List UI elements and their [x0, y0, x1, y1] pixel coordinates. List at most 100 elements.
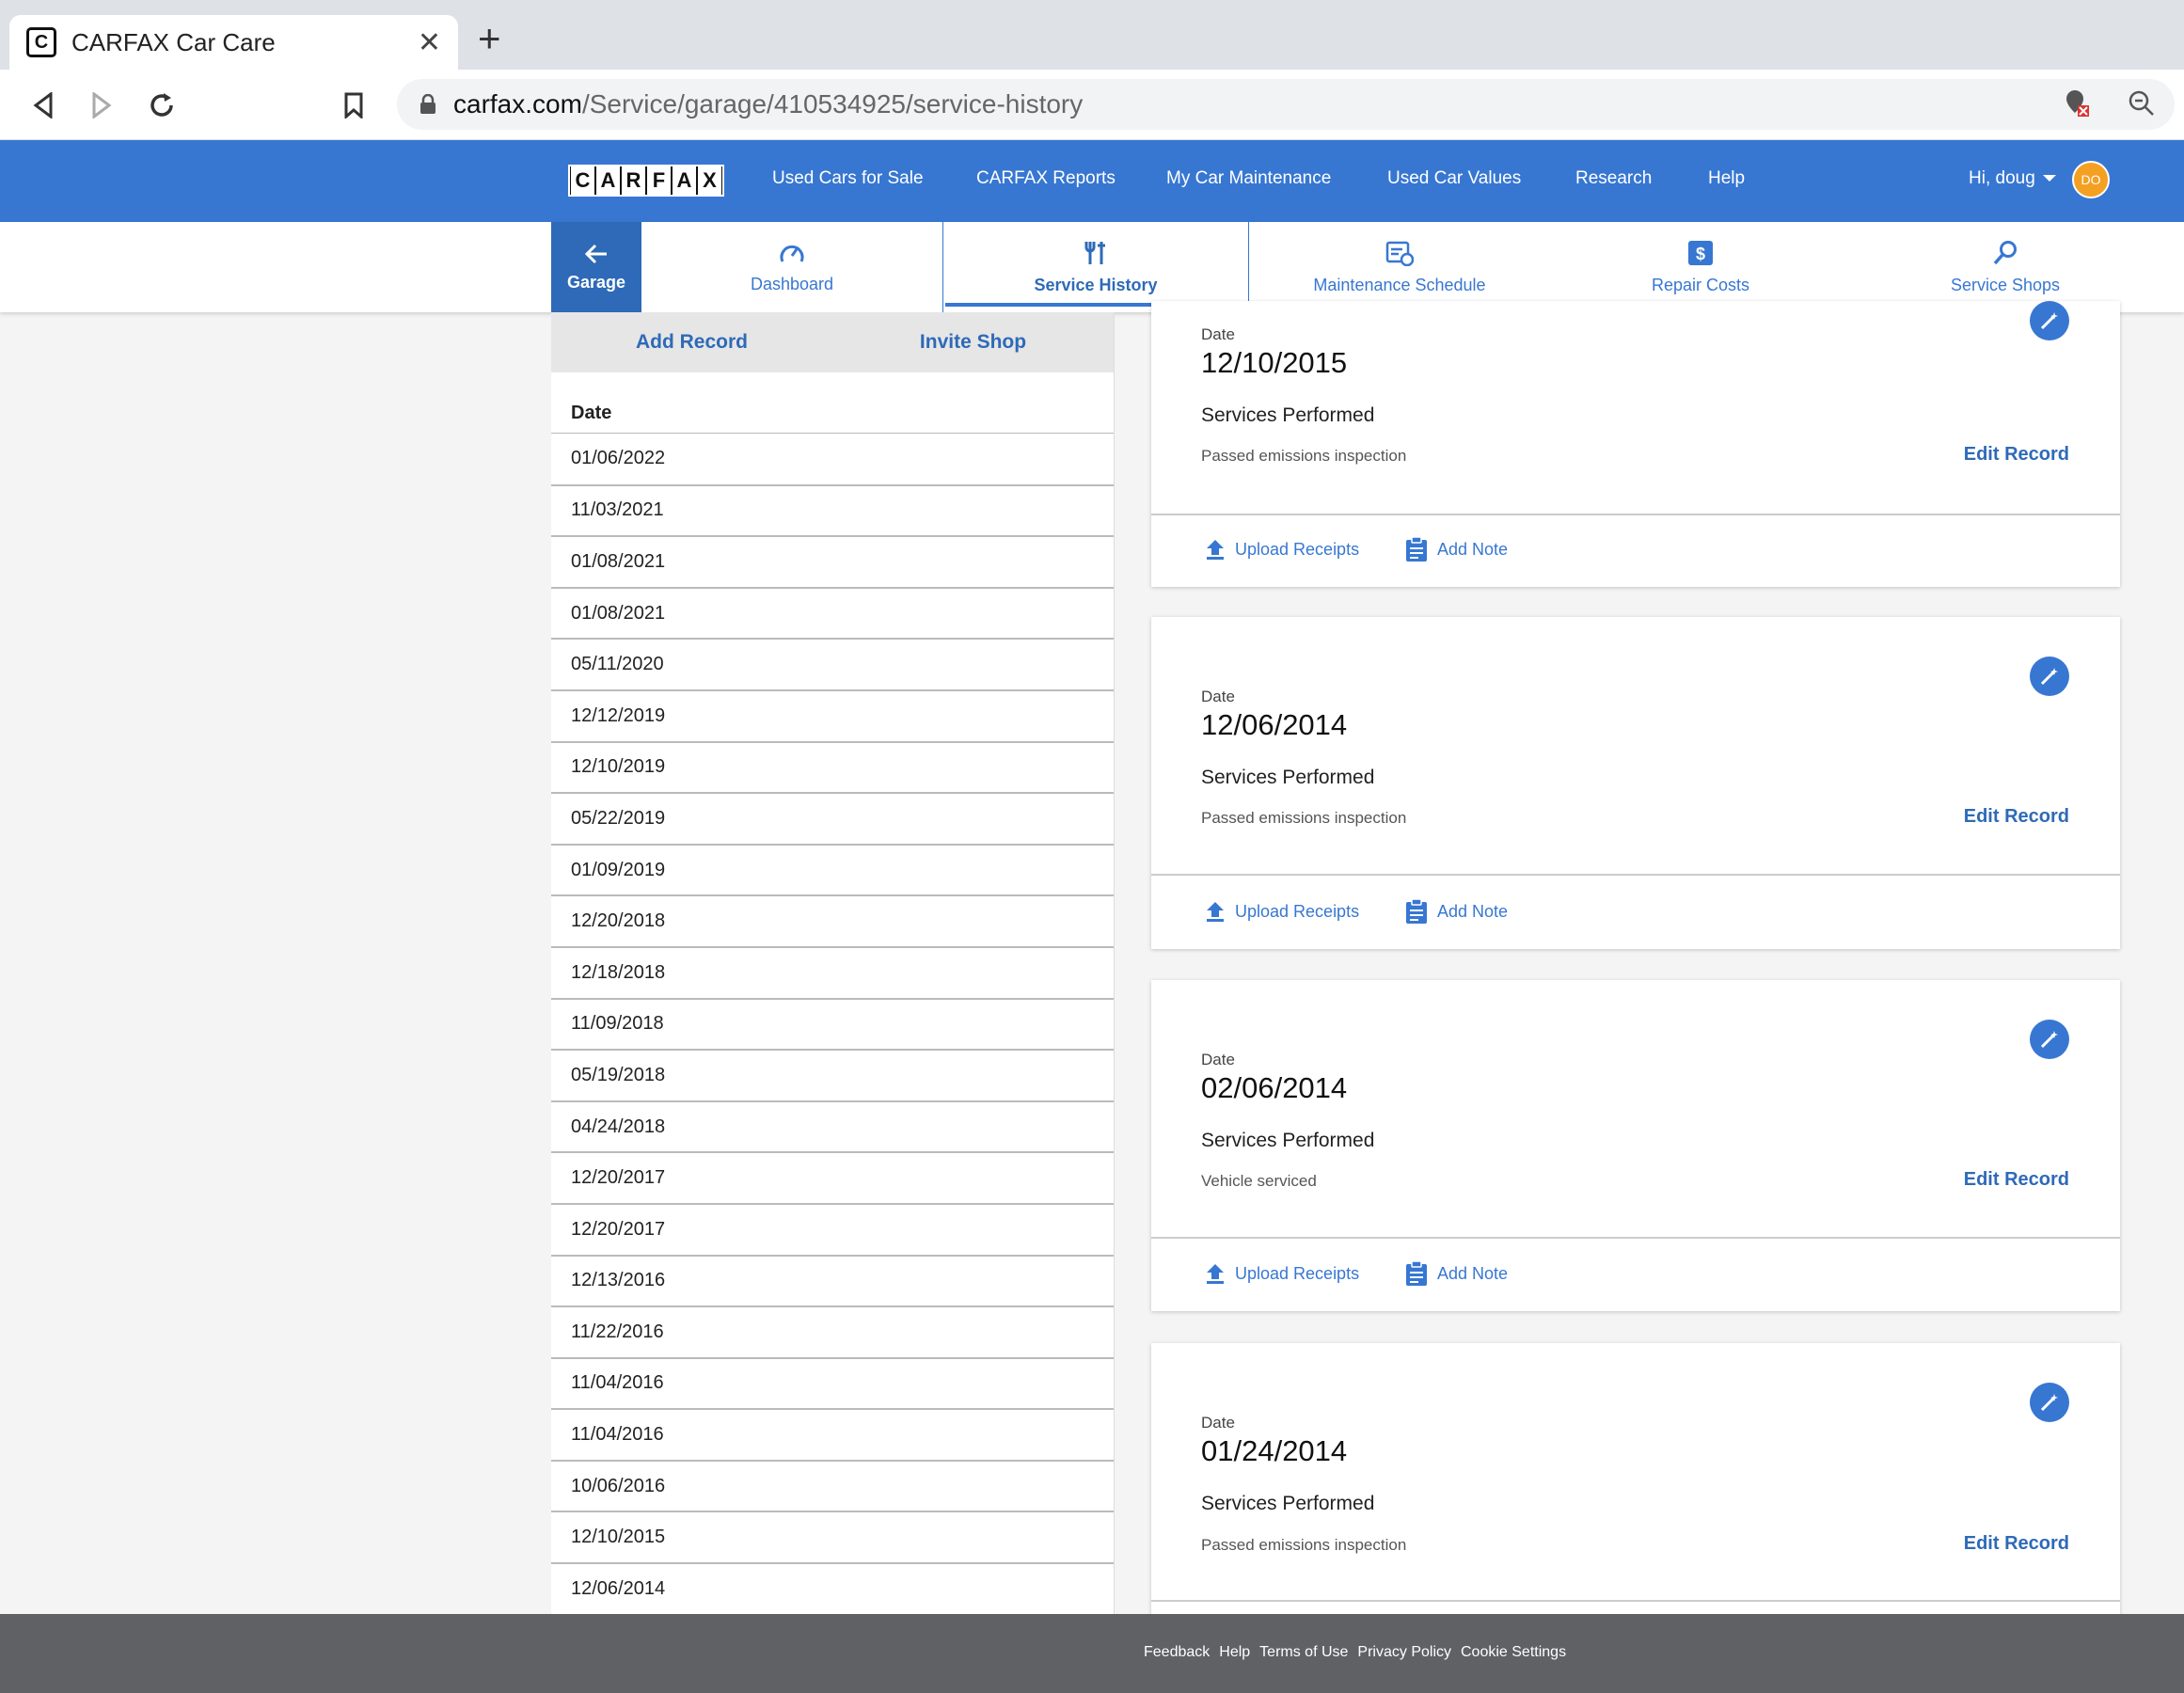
date-list-item[interactable]: 05/11/2020 — [551, 638, 1114, 690]
invite-shop-button[interactable]: Invite Shop — [832, 312, 1114, 372]
date-list: 01/06/2022 11/03/2021 01/08/2021 01/08/2021… — [551, 433, 1114, 1614]
date-list-item[interactable]: 11/04/2016 — [551, 1408, 1114, 1461]
tab-service-shops[interactable]: Service Shops — [1857, 222, 2154, 312]
date-list-item[interactable]: 12/12/2019 — [551, 688, 1114, 742]
upload-receipts-label: Upload Receipts — [1235, 1263, 1360, 1283]
carfax-logo[interactable]: CARFAX — [568, 165, 724, 197]
lock-icon — [420, 94, 435, 114]
date-list-item[interactable]: 12/10/2015 — [551, 1511, 1114, 1564]
date-list-item[interactable]: 01/08/2021 — [551, 586, 1114, 640]
upload-receipts-label: Upload Receipts — [1235, 539, 1360, 559]
service-description: Passed emissions inspection — [1201, 447, 1407, 465]
date-list-item[interactable]: 10/06/2016 — [551, 1459, 1114, 1512]
record-date: 12/06/2014 — [1201, 708, 1348, 741]
tab-repair-costs-label: Repair Costs — [1651, 275, 1750, 294]
card-divider — [1151, 1237, 2120, 1239]
date-list-item[interactable]: 05/19/2018 — [551, 1049, 1114, 1101]
service-description: Passed emissions inspection — [1201, 1536, 1407, 1554]
upload-icon — [1207, 1264, 1224, 1284]
tab-service-history-label: Service History — [1034, 275, 1158, 294]
date-list-item[interactable]: 05/22/2019 — [551, 792, 1114, 845]
service-record-card: Date 01/24/2014 Services Performed Passe… — [1151, 1343, 2120, 1614]
nav-carfax-reports[interactable]: CARFAX Reports — [976, 168, 1116, 189]
tools-icon — [1084, 241, 1105, 264]
date-list-item[interactable]: 12/13/2016 — [551, 1254, 1114, 1307]
date-list-item[interactable]: 12/20/2017 — [551, 1151, 1114, 1204]
date-list-item[interactable]: 12/20/2018 — [551, 894, 1114, 947]
upload-receipts-button[interactable]: Upload Receipts — [1205, 538, 1359, 561]
edit-record-link[interactable]: Edit Record — [1964, 1169, 2069, 1191]
date-list-item[interactable]: 12/18/2018 — [551, 945, 1114, 999]
bookmark-icon[interactable] — [335, 87, 372, 124]
edit-record-link[interactable]: Edit Record — [1964, 806, 2069, 828]
nav-used-cars[interactable]: Used Cars for Sale — [772, 168, 924, 189]
clipboard-icon — [1406, 536, 1427, 562]
upload-receipts-button[interactable]: Upload Receipts — [1205, 1262, 1359, 1285]
service-description: Passed emissions inspection — [1201, 809, 1407, 827]
upload-receipts-button[interactable]: Upload Receipts — [1205, 900, 1359, 923]
add-note-button[interactable]: Add Note — [1405, 898, 1508, 925]
date-list-item[interactable]: 11/22/2016 — [551, 1305, 1114, 1358]
browser-tab[interactable]: C CARFAX Car Care ✕ — [9, 15, 458, 70]
upload-receipts-label: Upload Receipts — [1235, 901, 1360, 921]
upload-icon — [1207, 902, 1224, 922]
add-note-button[interactable]: Add Note — [1405, 1260, 1508, 1287]
date-list-item[interactable]: 04/24/2018 — [551, 1100, 1114, 1153]
date-list-item[interactable]: 12/06/2014 — [551, 1562, 1114, 1614]
edit-record-link[interactable]: Edit Record — [1964, 444, 2069, 466]
new-tab-icon[interactable]: + — [478, 19, 501, 58]
nav-my-car-maintenance[interactable]: My Car Maintenance — [1166, 168, 1331, 189]
close-tab-icon[interactable]: ✕ — [418, 26, 441, 59]
service-record-card: Date 02/06/2014 Services Performed Vehic… — [1151, 980, 2120, 1311]
nav-used-car-values[interactable]: Used Car Values — [1387, 168, 1521, 189]
edit-wand-icon[interactable] — [2030, 1020, 2069, 1059]
garage-button[interactable]: Garage — [551, 222, 641, 312]
chevron-down-icon — [2042, 175, 2056, 182]
nav-help[interactable]: Help — [1708, 168, 1745, 189]
url-text: carfax.com/Service/garage/410534925/serv… — [453, 89, 1084, 119]
edit-wand-icon[interactable] — [2030, 301, 2069, 340]
footer-link-terms[interactable]: Terms of Use — [1259, 1644, 1348, 1661]
footer-link-privacy[interactable]: Privacy Policy — [1357, 1644, 1451, 1661]
zoom-out-icon[interactable] — [2128, 89, 2156, 118]
dollar-icon: $ — [1688, 240, 1713, 265]
services-performed-title: Services Performed — [1201, 767, 1375, 788]
back-icon[interactable] — [24, 87, 62, 124]
service-date-list-panel: Add Record Invite Shop Date 01/06/2022 11… — [551, 312, 1115, 1614]
garage-label: Garage — [566, 272, 626, 292]
tab-repair-costs[interactable]: $ Repair Costs — [1552, 222, 1849, 312]
card-divider — [1151, 1600, 2120, 1602]
location-blocked-icon[interactable] — [2064, 88, 2090, 119]
avatar[interactable]: DO — [2072, 161, 2110, 198]
date-list-item[interactable]: 12/10/2019 — [551, 740, 1114, 794]
date-list-item[interactable]: 01/06/2022 — [551, 433, 1114, 485]
add-note-button[interactable]: Add Note — [1405, 536, 1508, 562]
tab-dashboard[interactable]: Dashboard — [643, 222, 941, 312]
footer-link-feedback[interactable]: Feedback — [1144, 1644, 1210, 1661]
edit-wand-icon[interactable] — [2030, 1383, 2069, 1422]
footer-link-cookie-settings[interactable]: Cookie Settings — [1461, 1644, 1566, 1661]
user-menu[interactable]: Hi, doug — [1969, 168, 2056, 189]
edit-record-link[interactable]: Edit Record — [1964, 1533, 2069, 1555]
card-divider — [1151, 514, 2120, 515]
add-record-button[interactable]: Add Record — [551, 312, 832, 372]
date-list-item[interactable]: 11/03/2021 — [551, 483, 1114, 537]
tab-service-history[interactable]: Service History — [942, 222, 1249, 312]
address-bar[interactable]: carfax.com/Service/garage/410534925/serv… — [397, 79, 2175, 130]
nav-research[interactable]: Research — [1575, 168, 1652, 189]
clipboard-icon — [1406, 1260, 1427, 1286]
date-list-item[interactable]: 11/09/2018 — [551, 997, 1114, 1051]
date-label: Date — [1201, 1414, 1235, 1432]
date-list-item[interactable]: 01/08/2021 — [551, 535, 1114, 588]
record-date: 01/24/2014 — [1201, 1434, 1348, 1467]
svg-text:$: $ — [1696, 245, 1705, 263]
edit-wand-icon[interactable] — [2030, 657, 2069, 696]
date-list-item[interactable]: 11/04/2016 — [551, 1356, 1114, 1410]
date-list-item[interactable]: 01/09/2019 — [551, 843, 1114, 896]
footer-link-help[interactable]: Help — [1219, 1644, 1250, 1661]
date-list-item[interactable]: 12/20/2017 — [551, 1202, 1114, 1256]
tab-service-shops-label: Service Shops — [1950, 275, 2061, 294]
forward-icon[interactable] — [83, 87, 120, 124]
reload-icon[interactable] — [143, 87, 181, 124]
tab-maintenance-schedule[interactable]: Maintenance Schedule — [1251, 222, 1548, 312]
